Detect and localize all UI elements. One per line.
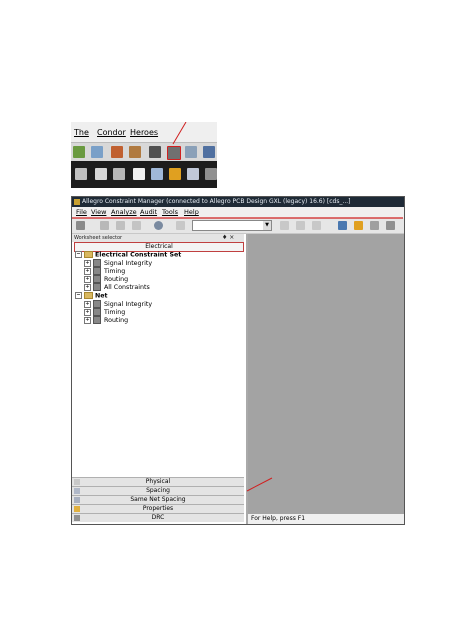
red-annotations — [72, 217, 403, 492]
